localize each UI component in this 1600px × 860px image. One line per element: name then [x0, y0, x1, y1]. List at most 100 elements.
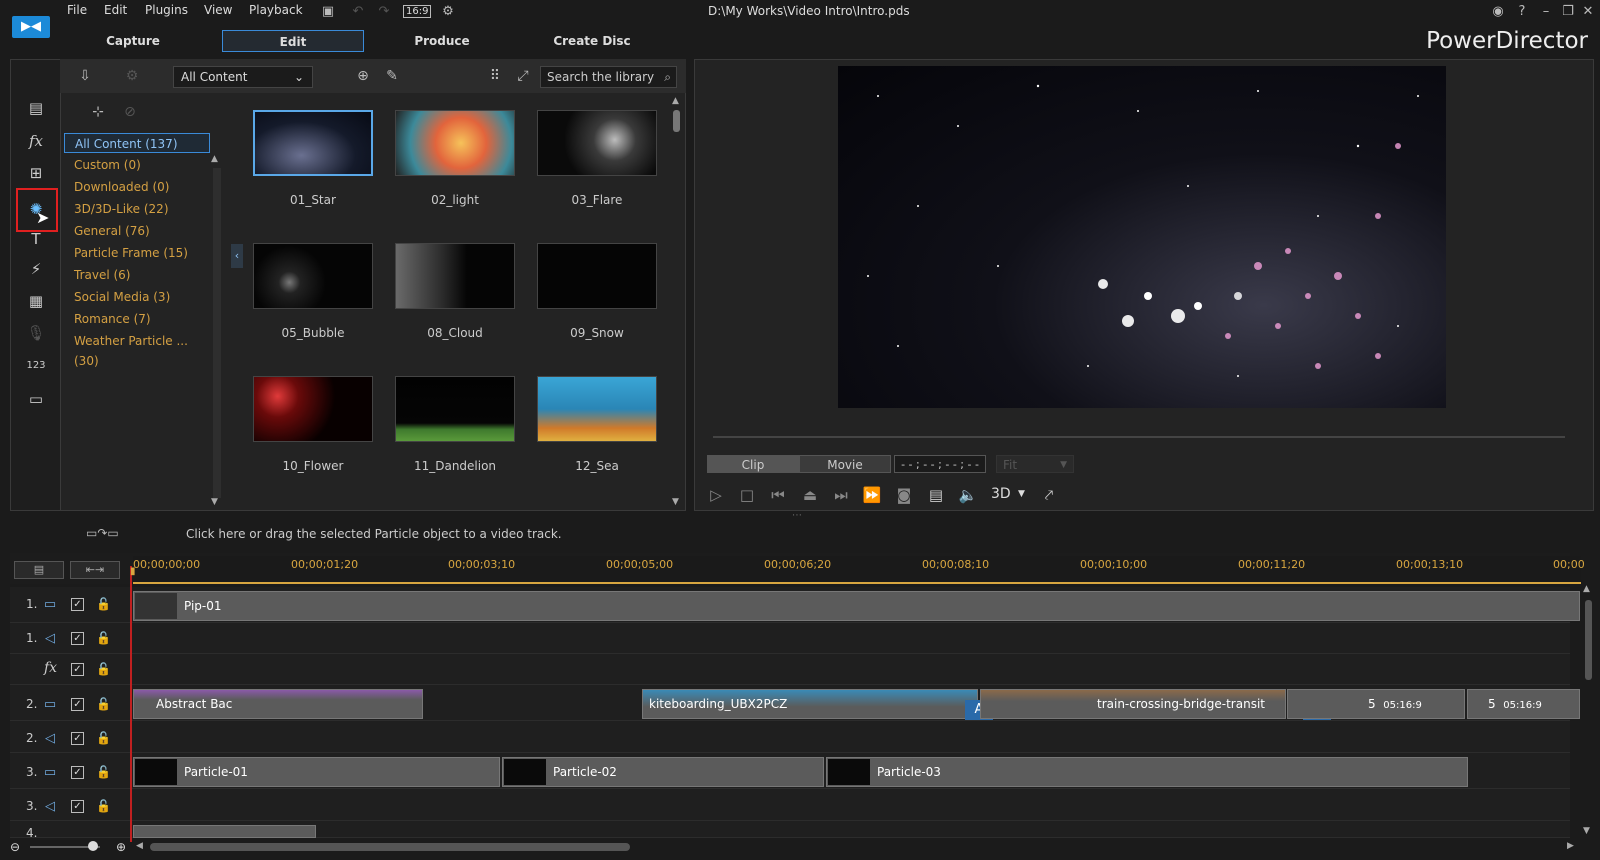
scroll-up-icon[interactable]: ▲ [1583, 584, 1590, 594]
timeline-clip-abstract[interactable]: Abstract Bac [133, 689, 423, 719]
clip-mode-button[interactable]: Clip [707, 455, 799, 473]
movie-mode-button[interactable]: Movie [799, 455, 891, 473]
track-enable-checkbox[interactable]: ✓ [71, 598, 84, 611]
audio-mixing-room-icon[interactable]: ▦ [24, 290, 48, 312]
category-general[interactable]: General (76) [64, 221, 210, 241]
category-romance[interactable]: Romance (7) [64, 309, 210, 329]
close-icon[interactable]: ✕ [1580, 4, 1596, 20]
library-scroll-up-icon[interactable]: ▲ [672, 96, 679, 106]
previous-frame-icon[interactable]: ⏮ [768, 485, 788, 505]
track-enable-checkbox[interactable]: ✓ [71, 698, 84, 711]
play-icon[interactable]: ▷ [706, 485, 726, 505]
subtitle-room-icon[interactable]: ▭ [24, 388, 48, 410]
track-enable-checkbox[interactable]: ✓ [71, 663, 84, 676]
media-room-icon[interactable]: ▤ [24, 97, 48, 119]
preview-scrubber[interactable] [713, 436, 1565, 438]
settings-gear-icon[interactable]: ⚙ [440, 4, 456, 20]
library-scrollbar-thumb[interactable] [673, 110, 680, 132]
track-lock-icon[interactable]: 🔓 [96, 799, 111, 813]
chapter-room-icon[interactable]: 123 [24, 355, 48, 377]
particle-thumb-10-flower[interactable] [253, 376, 373, 442]
timeline-horizontal-scrollbar[interactable] [150, 843, 630, 851]
title-room-icon[interactable]: T [24, 228, 48, 250]
volume-icon[interactable]: 🔈 [958, 485, 978, 505]
zoom-out-icon[interactable]: ⊖ [10, 840, 20, 854]
particle-thumb-02-light[interactable] [395, 110, 515, 176]
fast-forward-icon[interactable]: ⏩ [862, 485, 882, 505]
help-icon[interactable]: ? [1514, 4, 1530, 20]
plugins-icon[interactable]: ⚙ [122, 66, 142, 86]
timeline-clip-countdown-a[interactable]: 5 05:16:9 [1287, 689, 1465, 719]
particle-thumb-11-dandelion[interactable] [395, 376, 515, 442]
split-icon[interactable]: ⏏ [800, 485, 820, 505]
new-particle-icon[interactable]: ⊕ [353, 66, 373, 86]
fit-dropdown[interactable]: Fit ▼ [996, 455, 1074, 473]
category-social-media[interactable]: Social Media (3) [64, 287, 210, 307]
timeline-clip-countdown-b[interactable]: 5 05:16:9 [1467, 689, 1580, 719]
category-particle-frame[interactable]: Particle Frame (15) [64, 243, 210, 263]
fit-timeline-button[interactable]: ⇤⇥ [70, 561, 120, 579]
category-weather-particle[interactable]: Weather Particle ... (30) [64, 331, 210, 368]
import-media-icon[interactable]: ⇩ [75, 66, 95, 86]
timeline-clip-particle-03[interactable]: Particle-03 [826, 757, 1468, 787]
timeline-clip-partial[interactable] [133, 825, 316, 838]
redo-icon[interactable]: ↷ [376, 4, 392, 20]
track-enable-checkbox[interactable]: ✓ [71, 800, 84, 813]
library-scroll-down-icon[interactable]: ▼ [672, 497, 679, 507]
scroll-left-icon[interactable]: ◀ [136, 841, 143, 851]
track-lock-icon[interactable]: 🔓 [96, 662, 111, 676]
category-downloaded[interactable]: Downloaded (0) [64, 177, 210, 197]
voice-over-room-icon[interactable]: 🎙 [24, 322, 48, 344]
particle-thumb-12-sea[interactable] [537, 376, 657, 442]
minimize-icon[interactable]: – [1538, 4, 1554, 20]
next-frame-icon[interactable]: ⏭ [831, 485, 851, 505]
particle-thumb-03-flare[interactable] [537, 110, 657, 176]
timeline-clip-train[interactable]: train-crossing-bridge-transit [980, 689, 1286, 719]
track-lock-icon[interactable]: 🔓 [96, 597, 111, 611]
track-lock-icon[interactable]: 🔓 [96, 631, 111, 645]
expand-icon[interactable]: ⤢ [513, 66, 533, 86]
library-search-input[interactable]: Search the library ⌕ [540, 66, 677, 88]
particle-thumb-09-snow[interactable] [537, 243, 657, 309]
track-lock-icon[interactable]: 🔓 [96, 697, 111, 711]
track-enable-checkbox[interactable]: ✓ [71, 632, 84, 645]
timeline-vertical-scrollbar[interactable] [1585, 600, 1592, 680]
track-lock-icon[interactable]: 🔓 [96, 765, 111, 779]
category-scroll-up-icon[interactable]: ▲ [211, 154, 218, 164]
tab-create-disc[interactable]: Create Disc [542, 30, 642, 52]
zoom-slider-thumb[interactable] [88, 841, 98, 851]
undo-icon[interactable]: ↶ [350, 4, 366, 20]
category-all-content[interactable]: All Content (137) [64, 133, 210, 153]
chevron-down-icon[interactable]: ▼ [1018, 489, 1025, 499]
add-tag-icon[interactable]: ⊹ [88, 102, 108, 122]
pip-objects-room-icon[interactable]: ⊞ [24, 162, 48, 184]
undock-preview-icon[interactable]: ⤤ [1039, 485, 1059, 505]
timecode-display[interactable]: - - ; - - ; - - ; - - [894, 455, 986, 473]
snapshot-icon[interactable]: ◙ [894, 485, 914, 505]
save-icon[interactable]: ▣ [320, 4, 336, 20]
tab-capture[interactable]: Capture [83, 30, 183, 52]
aspect-ratio-selector[interactable]: 16:9 [403, 5, 432, 18]
particle-thumb-01-star[interactable] [253, 110, 373, 176]
track-enable-checkbox[interactable]: ✓ [71, 766, 84, 779]
timeline-clip-pip[interactable]: Pip-01 [133, 591, 1580, 621]
timeline-playhead[interactable] [130, 566, 132, 842]
stop-icon[interactable]: □ [737, 485, 757, 505]
scroll-right-icon[interactable]: ▶ [1567, 841, 1574, 851]
category-scrollbar[interactable] [213, 168, 221, 498]
tab-produce[interactable]: Produce [392, 30, 492, 52]
menu-edit[interactable]: Edit [104, 3, 127, 17]
playhead-marker-icon[interactable]: ▮ [130, 566, 136, 577]
account-icon[interactable]: ◉ [1490, 4, 1506, 20]
content-filter-dropdown[interactable]: All Content ⌄ [173, 66, 313, 88]
menu-playback[interactable]: Playback [249, 3, 303, 17]
menu-view[interactable]: View [204, 3, 232, 17]
timeline-clip-particle-01[interactable]: Particle-01 [133, 757, 500, 787]
menu-file[interactable]: File [67, 3, 87, 17]
fx-room-icon[interactable]: fx [24, 130, 48, 152]
scroll-down-icon[interactable]: ▼ [1583, 826, 1590, 836]
timeline-clip-particle-02[interactable]: Particle-02 [502, 757, 824, 787]
track-enable-checkbox[interactable]: ✓ [71, 732, 84, 745]
subtitles-icon[interactable]: ▤ [926, 485, 946, 505]
category-scroll-down-icon[interactable]: ▼ [211, 497, 218, 507]
